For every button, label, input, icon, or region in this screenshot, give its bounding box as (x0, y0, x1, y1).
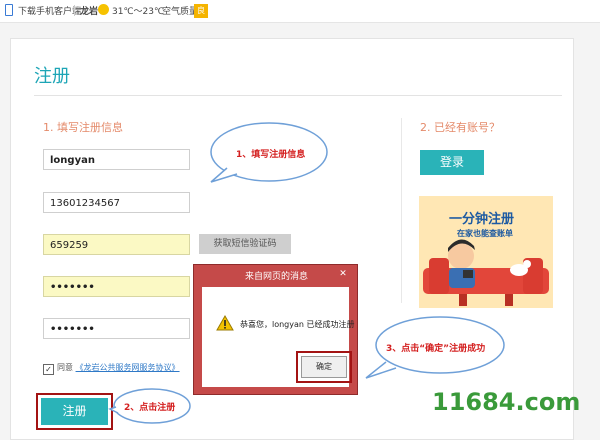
top-bar: 下载手机客户端 龙岩 31℃～23℃ 空气质量： 良 (0, 0, 600, 23)
agree-prefix: 同意 (57, 363, 73, 372)
callout-step1-text: 1、填写注册信息 (236, 150, 306, 160)
divider (74, 5, 75, 16)
dialog-message: 恭喜您，longyan 已经成功注册 (240, 320, 355, 329)
air-quality-badge: 良 (194, 4, 208, 18)
phone-icon (5, 4, 13, 16)
dialog-body: 恭喜您，longyan 已经成功注册 确定 (202, 287, 355, 387)
city-label[interactable]: 龙岩 (80, 4, 98, 17)
page-title: 注册 (34, 66, 70, 87)
temperature: 31℃～23℃ (112, 7, 165, 17)
section-fill-info: 1. 填写注册信息 (43, 121, 123, 134)
agreement-link[interactable]: 《龙岩公共服务网服务协议》 (76, 363, 180, 372)
warning-icon (216, 315, 234, 331)
site-watermark: 11684.com (432, 388, 581, 416)
phone-input[interactable]: 13601234567 (43, 192, 190, 213)
agree-checkbox[interactable]: ✓ (43, 364, 54, 375)
section-have-account: 2. 已经有账号？ (420, 121, 500, 134)
message-dialog: 来自网页的消息 ✕ 恭喜您，longyan 已经成功注册 确定 (193, 264, 358, 395)
title-divider (34, 95, 562, 96)
agreement-text: 同意 《龙岩公共服务网服务协议》 (57, 362, 180, 373)
ok-button[interactable]: 确定 (301, 356, 347, 378)
sms-code-input[interactable]: 659259 (43, 234, 190, 255)
username-input[interactable]: longyan (43, 149, 190, 170)
promo-banner[interactable]: 一分钟注册 在家也能查账单 (419, 196, 553, 308)
column-divider (401, 118, 402, 303)
callout-step3-text: 3、点击“确定”注册成功 (386, 344, 486, 354)
password-input[interactable]: ••••••• (43, 276, 190, 297)
confirm-password-input[interactable]: ••••••• (43, 318, 190, 339)
register-button[interactable]: 注册 (41, 398, 108, 425)
close-icon[interactable]: ✕ (334, 268, 352, 280)
login-button[interactable]: 登录 (420, 150, 484, 175)
download-client-link[interactable]: 下载手机客户端 (18, 4, 81, 17)
get-sms-code-button[interactable]: 获取短信验证码 (199, 234, 291, 254)
callout-step2-text: 2、点击注册 (124, 403, 176, 413)
promo-illustration (423, 239, 549, 306)
sun-icon (98, 4, 109, 15)
